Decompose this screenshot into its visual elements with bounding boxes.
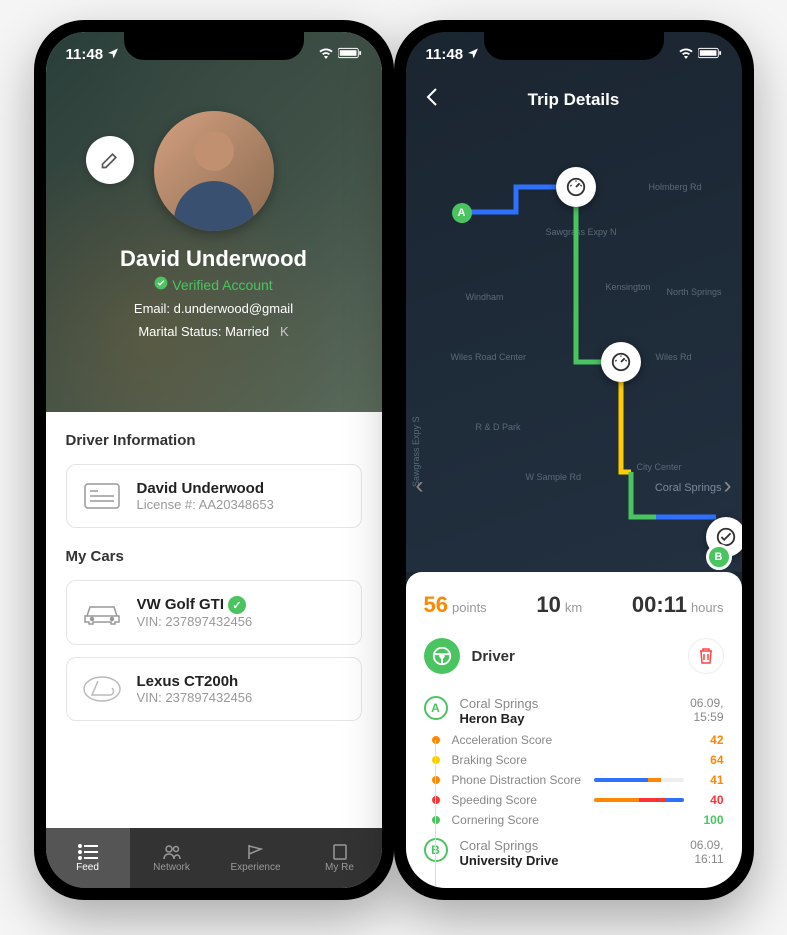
score-dot-icon xyxy=(432,736,440,744)
steering-wheel-icon xyxy=(424,638,460,674)
score-row: Cornering Score 100 xyxy=(424,810,724,830)
check-icon: ✓ xyxy=(228,596,246,614)
edit-profile-button[interactable] xyxy=(86,136,134,184)
phone-trip: Holmberg Rd Sawgrass Expy N Windham Kens… xyxy=(394,20,754,900)
car-icon xyxy=(82,597,122,629)
car-card[interactable]: Lexus CT200h VIN: 237897432456 xyxy=(66,657,362,721)
score-dot-icon xyxy=(432,756,440,764)
avatar[interactable] xyxy=(154,111,274,231)
car-name: Lexus CT200h xyxy=(137,673,346,690)
trip-panel: 56 points 10 km 00:11 hours Driver xyxy=(406,572,742,888)
notch xyxy=(124,32,304,60)
driver-info-card[interactable]: David Underwood License #: AA20348653 xyxy=(66,464,362,528)
map-nav-arrows: ‹ › xyxy=(416,472,732,500)
chevron-left-icon xyxy=(426,87,438,107)
page-title: Trip Details xyxy=(456,90,692,110)
nav-myre[interactable]: My Re xyxy=(298,828,382,888)
score-row: Braking Score 64 xyxy=(424,750,724,770)
waypoint-gauge-icon xyxy=(556,167,596,207)
score-name: Braking Score xyxy=(452,753,582,767)
profile-header: David Underwood Verified Account Email: … xyxy=(46,76,382,339)
score-name: Phone Distraction Score xyxy=(452,773,582,787)
location-arrow-icon xyxy=(107,46,119,63)
score-value: 64 xyxy=(696,753,724,767)
score-value: 40 xyxy=(696,793,724,807)
flag-icon xyxy=(246,844,266,860)
wifi-icon xyxy=(678,46,694,63)
nav-feed[interactable]: Feed xyxy=(46,828,130,888)
doc-icon xyxy=(330,844,350,860)
trip-stats: 56 points 10 km 00:11 hours xyxy=(424,592,724,618)
score-bar xyxy=(594,778,684,782)
score-dot-icon xyxy=(432,796,440,804)
profile-email: Email: d.underwood@gmail xyxy=(46,301,382,316)
driver-name: David Underwood xyxy=(137,480,346,497)
phone-profile: 11:48 David Underwood xyxy=(34,20,394,900)
score-dot-icon xyxy=(432,776,440,784)
battery-icon xyxy=(698,46,722,63)
timeline-line xyxy=(435,740,436,888)
status-time: 11:48 xyxy=(426,46,464,63)
start-time: 06.09, 15:59 xyxy=(690,696,723,724)
notch xyxy=(484,32,664,60)
screen: 11:48 David Underwood xyxy=(46,32,382,888)
driver-label: Driver xyxy=(472,648,676,665)
battery-icon xyxy=(338,46,362,63)
stat-points: 56 points xyxy=(424,592,487,618)
prev-button[interactable]: ‹ xyxy=(416,472,424,500)
profile-marital: Marital Status: Married K xyxy=(46,324,382,339)
marker-b: B xyxy=(706,544,732,570)
pencil-icon xyxy=(100,150,120,170)
score-row: Phone Distraction Score 41 xyxy=(424,770,724,790)
end-time: 06.09, 16:11 xyxy=(690,838,723,866)
car-vin: VIN: 237897432456 xyxy=(137,614,346,629)
check-circle-icon xyxy=(154,276,168,293)
end-location: B Coral Springs University Drive 06.09, … xyxy=(424,834,724,872)
trip-header: Trip Details xyxy=(406,76,742,124)
profile-name: David Underwood xyxy=(46,246,382,272)
marker-b-icon: B xyxy=(424,838,448,862)
status-time: 11:48 xyxy=(66,46,104,63)
wifi-icon xyxy=(318,46,334,63)
score-dot-icon xyxy=(432,816,440,824)
list-icon xyxy=(78,844,98,860)
bottom-nav: Feed Network Experience My Re xyxy=(46,828,382,888)
content-section: Driver Information David Underwood Licen… xyxy=(46,412,382,828)
license-icon xyxy=(82,480,122,512)
back-button[interactable] xyxy=(426,86,456,114)
car-name: VW Golf GTI✓ xyxy=(137,596,346,614)
next-button[interactable]: › xyxy=(724,472,732,500)
car-card[interactable]: VW Golf GTI✓ VIN: 237897432456 xyxy=(66,580,362,645)
stat-distance: 10 km xyxy=(536,592,582,618)
score-row: Acceleration Score 42 xyxy=(424,730,724,750)
score-row: Speeding Score 40 xyxy=(424,790,724,810)
my-cars-title: My Cars xyxy=(66,548,362,565)
waypoint-gauge-icon xyxy=(601,342,641,382)
driver-info-title: Driver Information xyxy=(66,432,362,449)
score-name: Acceleration Score xyxy=(452,733,582,747)
nav-network[interactable]: Network xyxy=(130,828,214,888)
verified-label: Verified Account xyxy=(172,277,272,293)
score-value: 42 xyxy=(696,733,724,747)
delete-button[interactable] xyxy=(688,638,724,674)
driver-row: Driver xyxy=(424,638,724,674)
nav-experience[interactable]: Experience xyxy=(214,828,298,888)
marker-a: A xyxy=(452,203,472,223)
score-name: Speeding Score xyxy=(452,793,582,807)
verified-badge: Verified Account xyxy=(46,276,382,293)
score-value: 41 xyxy=(696,773,724,787)
marker-a-icon: A xyxy=(424,696,448,720)
license-number: License #: AA20348653 xyxy=(137,497,346,512)
stat-time: 00:11 hours xyxy=(632,592,724,618)
screen: Holmberg Rd Sawgrass Expy N Windham Kens… xyxy=(406,32,742,888)
people-icon xyxy=(162,844,182,860)
car-vin: VIN: 237897432456 xyxy=(137,690,346,705)
lexus-logo-icon xyxy=(82,673,122,705)
trash-icon xyxy=(698,647,714,665)
score-name: Cornering Score xyxy=(452,813,582,827)
score-bar xyxy=(594,798,684,802)
start-location: A Coral Springs Heron Bay 06.09, 15:59 xyxy=(424,692,724,730)
score-value: 100 xyxy=(696,813,724,827)
location-arrow-icon xyxy=(467,46,479,63)
